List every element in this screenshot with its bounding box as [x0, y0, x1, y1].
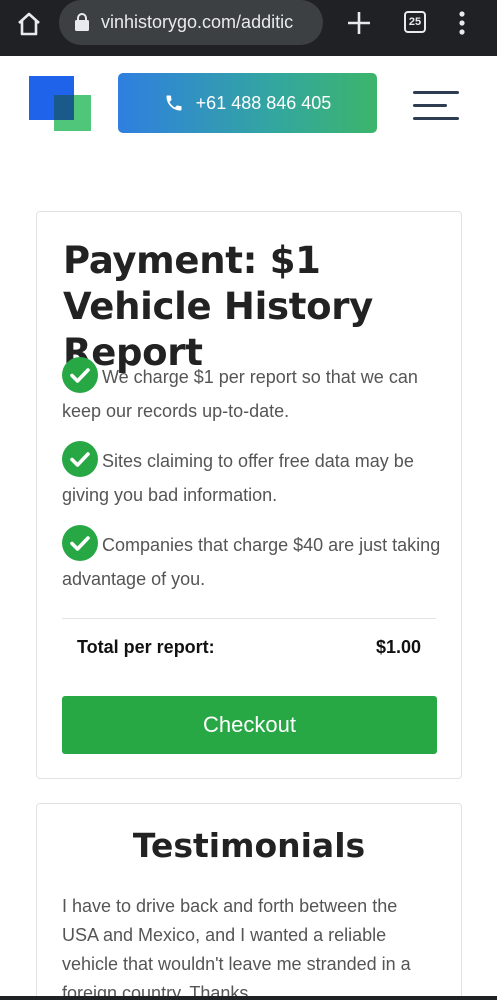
site-logo[interactable] [29, 76, 91, 131]
new-tab-icon[interactable] [346, 10, 372, 36]
phone-number: +61 488 846 405 [195, 92, 332, 113]
check-circle-icon [62, 441, 98, 478]
divider [62, 618, 436, 619]
testimonials-card: Testimonials I have to drive back and fo… [36, 803, 462, 1000]
total-label: Total per report: [77, 637, 215, 657]
total-value: $1.00 [375, 637, 421, 657]
feature-item: Sites claiming to offer free data may be… [62, 441, 442, 512]
payment-card: Payment: $1 Vehicle History Report We ch… [36, 211, 462, 779]
more-menu-icon[interactable] [455, 10, 469, 36]
page-title: Payment: $1 Vehicle History Report [63, 239, 373, 374]
hamburger-menu-icon[interactable] [413, 91, 459, 121]
address-bar[interactable]: vinhistorygo.com/additic [59, 0, 323, 45]
feature-text: Companies that charge $40 are just takin… [62, 535, 441, 589]
bottom-edge [0, 996, 497, 1000]
tab-switcher-button[interactable]: 25 [404, 11, 426, 33]
testimonial-text: I have to drive back and forth between t… [62, 896, 411, 1000]
testimonials-title: Testimonials [132, 826, 366, 865]
feature-text: We charge $1 per report so that we can k… [62, 367, 418, 421]
feature-item: Companies that charge $40 are just takin… [62, 525, 442, 596]
lock-icon [75, 13, 89, 31]
checkout-button[interactable]: Checkout [62, 696, 437, 754]
feature-item: We charge $1 per report so that we can k… [62, 357, 442, 428]
feature-text: Sites claiming to offer free data may be… [62, 451, 414, 505]
url-text: vinhistorygo.com/additic [101, 12, 294, 32]
browser-toolbar: vinhistorygo.com/additic 25 [0, 0, 497, 56]
check-circle-icon [62, 525, 98, 562]
check-circle-icon [62, 357, 98, 394]
phone-call-button[interactable]: +61 488 846 405 [118, 73, 377, 133]
phone-icon [166, 95, 182, 111]
home-icon[interactable] [15, 10, 43, 38]
